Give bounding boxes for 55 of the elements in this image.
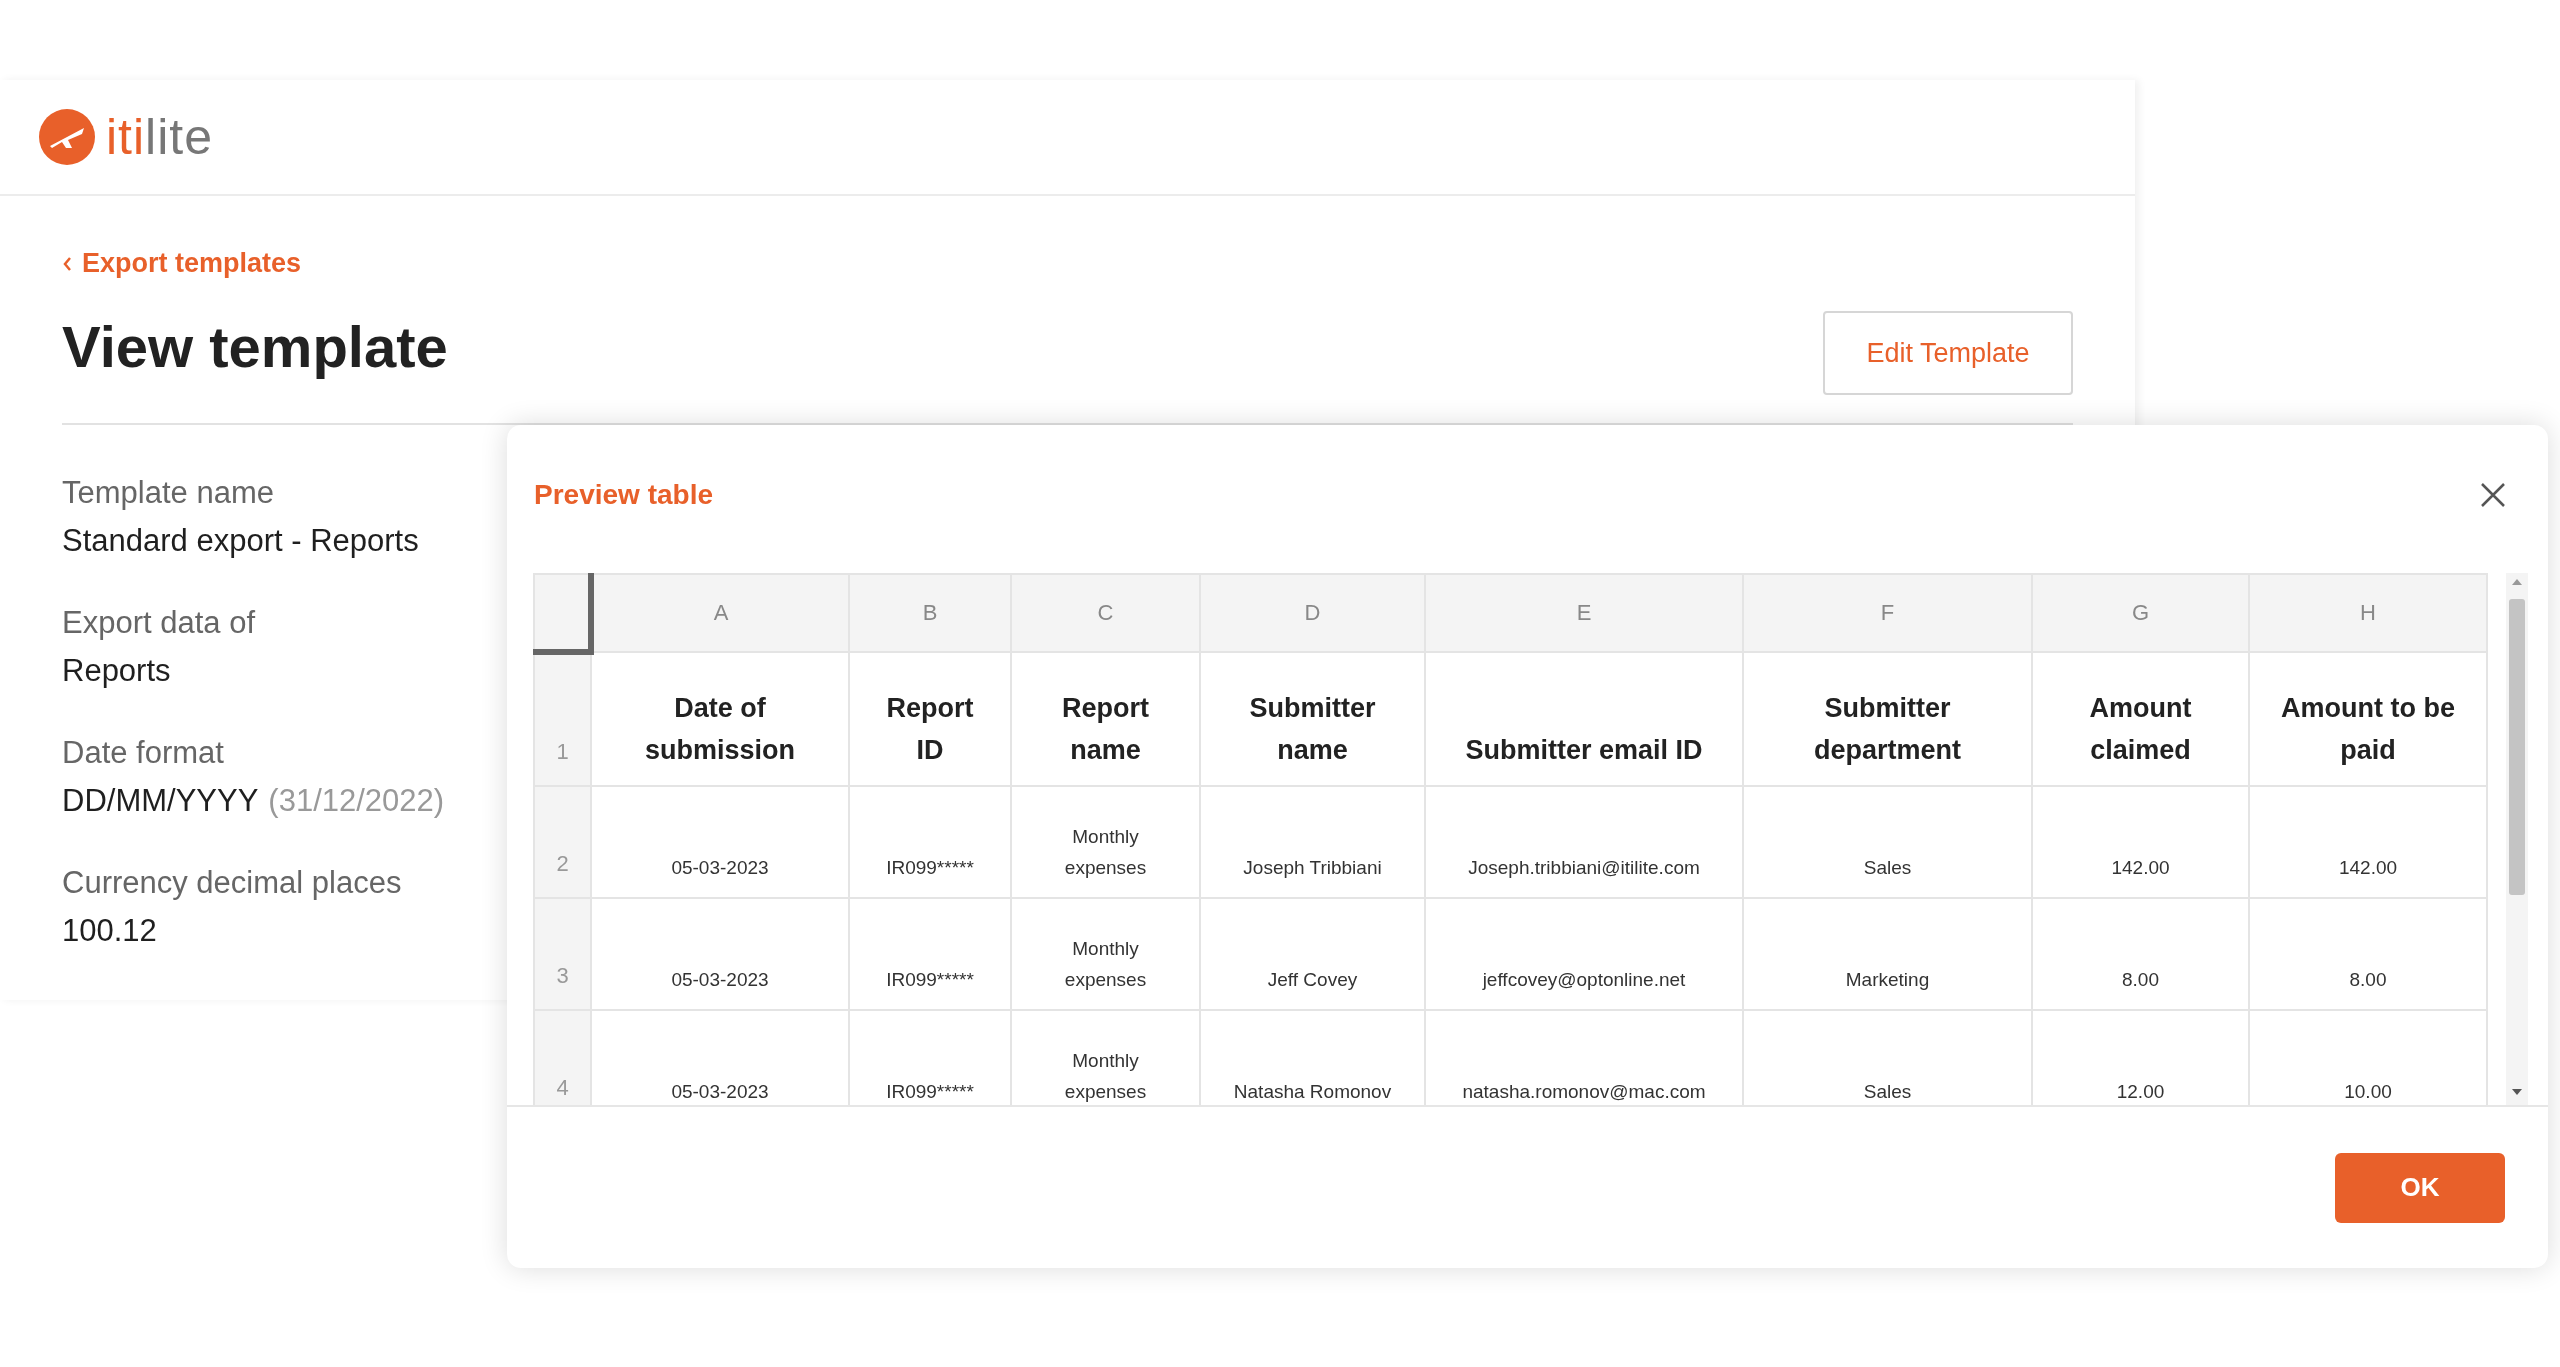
table-cell: Sales [1743,786,2032,898]
column-letter[interactable]: D [1200,574,1425,652]
field-label: Export data of [62,605,255,641]
dialog-title: Preview table [534,479,713,511]
field-value: DD/MM/YYYY [62,783,259,819]
table-cell: IR099***** [849,898,1011,1010]
table-cell: 05-03-2023 [591,786,849,898]
table-cell: 05-03-2023 [591,898,849,1010]
field-value: Standard export - Reports [62,523,419,559]
header-cell: Report ID [849,652,1011,786]
column-letter[interactable]: E [1425,574,1743,652]
field-label: Template name [62,475,274,511]
column-letter[interactable]: F [1743,574,2032,652]
table-cell: Jeff Covey [1200,898,1425,1010]
field-label: Date format [62,735,224,771]
field-value: 100.12 [62,913,157,949]
table-cell: 8.00 [2032,898,2249,1010]
field-label: Currency decimal places [62,865,402,901]
table-cell: Joseph.tribbiani@itilite.com [1425,786,1743,898]
column-letter[interactable]: B [849,574,1011,652]
logo-wordmark: itilite [106,112,214,162]
row-number[interactable]: 4 [534,1010,591,1105]
header-cell: Amount to be paid [2249,652,2487,786]
row-number[interactable]: 2 [534,786,591,898]
table-cell: Marketing [1743,898,2032,1010]
header-cell: Amount claimed [2032,652,2249,786]
header-cell: Submitter email ID [1425,652,1743,786]
header-cell: Submitter name [1200,652,1425,786]
scrollbar[interactable] [2506,573,2528,1105]
format-example: (31/12/2022) [268,783,445,819]
back-link[interactable]: Export templates [62,248,302,279]
column-letter[interactable]: A [591,574,849,652]
table-cell: 8.00 [2249,898,2487,1010]
row-number[interactable]: 1 [534,652,591,786]
ok-button[interactable]: OK [2335,1152,2505,1223]
corner-cell[interactable] [534,574,591,652]
field-value: Reports [62,653,171,689]
chevron-left-icon [62,255,72,272]
column-letter[interactable]: H [2249,574,2487,652]
table-cell: jeffcovey@optonline.net [1425,898,1743,1010]
column-letter[interactable]: C [1011,574,1200,652]
table-cell: 142.00 [2249,786,2487,898]
page-title: View template [62,312,448,380]
header-cell: Date of submission [591,652,849,786]
header-cell: Submitter department [1743,652,2032,786]
table-cell: 142.00 [2032,786,2249,898]
table-cell: Joseph Tribbiani [1200,786,1425,898]
row-number[interactable]: 3 [534,898,591,1010]
logo-icon [38,108,96,166]
edit-template-button[interactable]: Edit Template [1823,311,2073,395]
header-cell: Report name [1011,652,1200,786]
table-cell: Monthly expenses [1011,898,1200,1010]
table-cell: IR099***** [849,786,1011,898]
column-letter[interactable]: G [2032,574,2249,652]
table-cell: Monthly expenses [1011,786,1200,898]
